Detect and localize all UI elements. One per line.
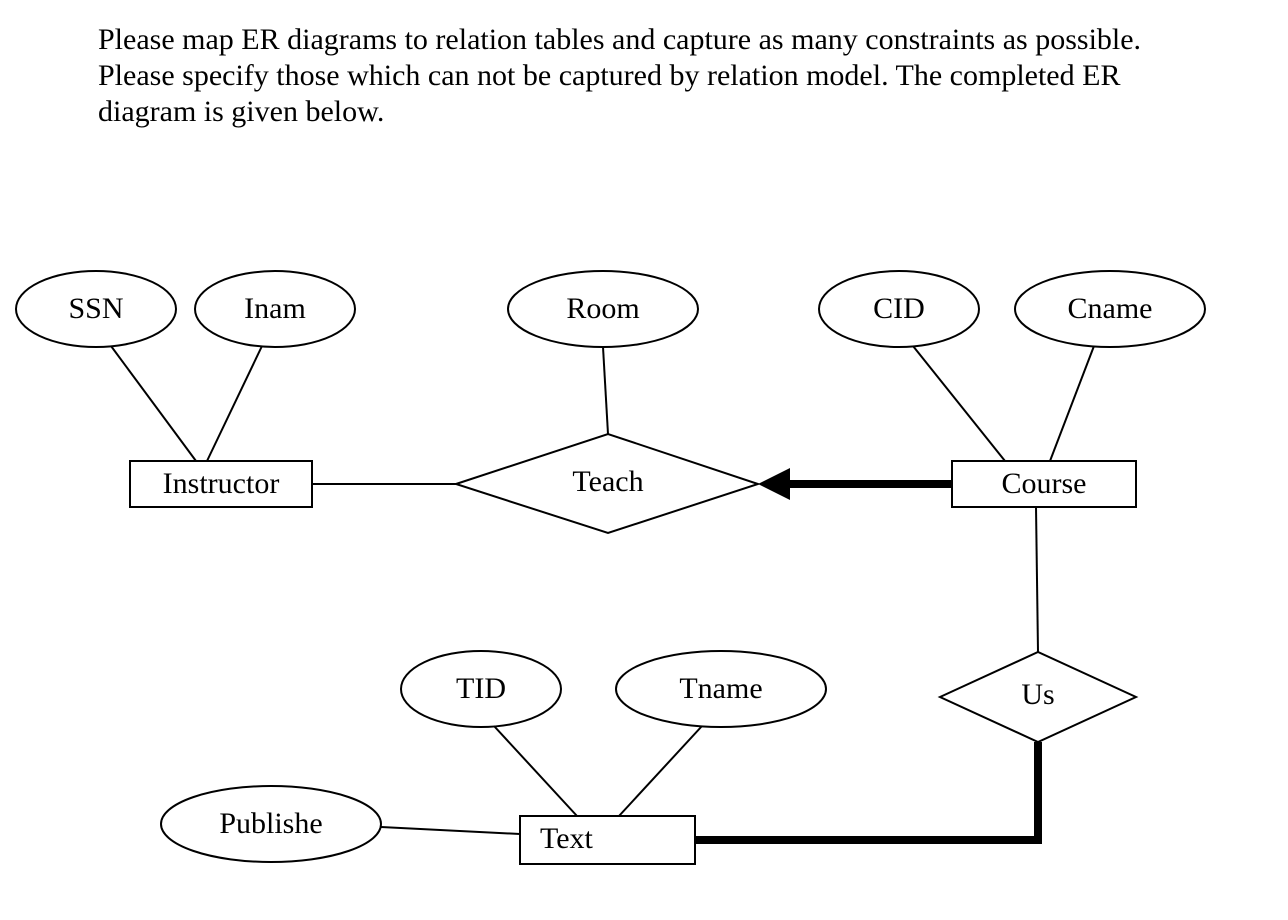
entity-instructor xyxy=(130,461,312,507)
edge xyxy=(603,347,608,434)
edge xyxy=(207,346,262,461)
er-diagram xyxy=(0,0,1288,920)
edge xyxy=(494,726,577,816)
entity-text xyxy=(520,816,695,864)
attr-publishe xyxy=(161,786,381,862)
attr-cname xyxy=(1015,271,1205,347)
relationship-us xyxy=(940,652,1136,742)
attr-tname xyxy=(616,651,826,727)
edge xyxy=(111,346,196,461)
entity-course xyxy=(952,461,1136,507)
edge xyxy=(1050,346,1094,461)
attr-tid xyxy=(401,651,561,727)
edge xyxy=(913,346,1005,461)
edge xyxy=(1036,507,1038,652)
attr-room xyxy=(508,271,698,347)
edge xyxy=(619,726,702,816)
attr-cid xyxy=(819,271,979,347)
edge xyxy=(381,827,520,834)
relationship-teach xyxy=(456,434,758,533)
edge-thick xyxy=(695,742,1038,840)
arrow-head xyxy=(758,468,790,500)
attr-ssn xyxy=(16,271,176,347)
attr-inam xyxy=(195,271,355,347)
